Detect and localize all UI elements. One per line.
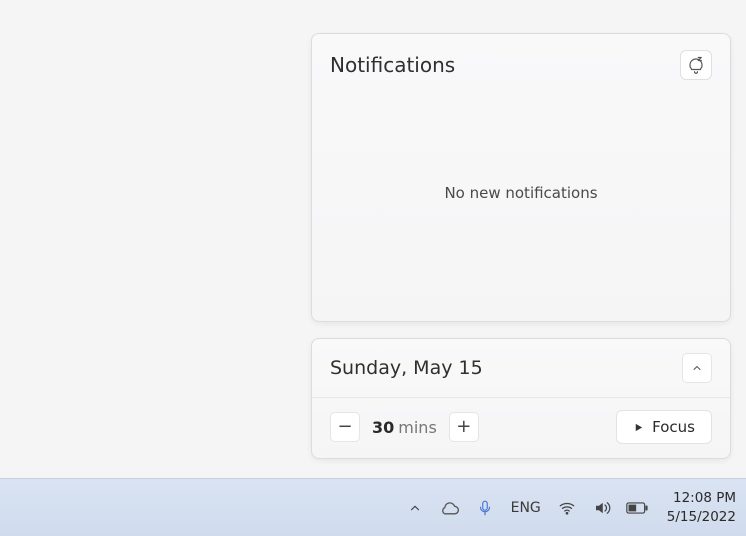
volume-button[interactable] [591, 497, 613, 519]
microphone-icon [476, 499, 494, 517]
focus-button-label: Focus [652, 418, 695, 436]
focus-decrease-button[interactable]: − [330, 412, 360, 442]
calendar-header: Sunday, May 15 [312, 339, 730, 398]
focus-button[interactable]: Focus [616, 410, 712, 444]
notifications-header: Notifications [330, 50, 712, 80]
calendar-collapse-button[interactable] [682, 353, 712, 383]
clock-date: 5/15/2022 [667, 508, 736, 526]
clock-button[interactable]: 12:08 PM 5/15/2022 [667, 489, 736, 525]
tray-overflow-button[interactable] [404, 497, 426, 519]
notifications-empty-text: No new notifications [444, 184, 597, 202]
taskbar: ENG [0, 478, 746, 536]
chevron-up-icon [408, 501, 422, 515]
focus-duration-unit: mins [398, 418, 437, 437]
wifi-icon [558, 499, 576, 517]
focus-duration-value: 30 [372, 418, 394, 437]
calendar-panel: Sunday, May 15 − 30mins + Focus [311, 338, 731, 459]
calendar-date-label: Sunday, May 15 [330, 357, 483, 379]
battery-icon [626, 501, 648, 515]
play-icon [633, 422, 644, 433]
chevron-up-icon [691, 362, 703, 374]
do-not-disturb-button[interactable] [680, 50, 712, 80]
cloud-icon [440, 498, 460, 518]
notifications-empty-state: No new notifications [330, 80, 712, 305]
notifications-panel: Notifications No new notifications [311, 33, 731, 322]
weather-button[interactable] [439, 497, 461, 519]
microphone-button[interactable] [474, 497, 496, 519]
wifi-button[interactable] [556, 497, 578, 519]
speaker-icon [593, 499, 611, 517]
minus-icon: − [337, 418, 352, 436]
battery-button[interactable] [626, 497, 648, 519]
focus-duration: 30mins [372, 418, 437, 437]
system-tray: ENG [404, 489, 736, 525]
notifications-title: Notifications [330, 53, 455, 77]
clock-time: 12:08 PM [673, 489, 736, 507]
plus-icon: + [456, 418, 471, 436]
focus-row: − 30mins + Focus [312, 398, 730, 458]
language-indicator[interactable]: ENG [509, 500, 543, 516]
bell-snooze-icon [687, 56, 705, 74]
focus-increase-button[interactable]: + [449, 412, 479, 442]
